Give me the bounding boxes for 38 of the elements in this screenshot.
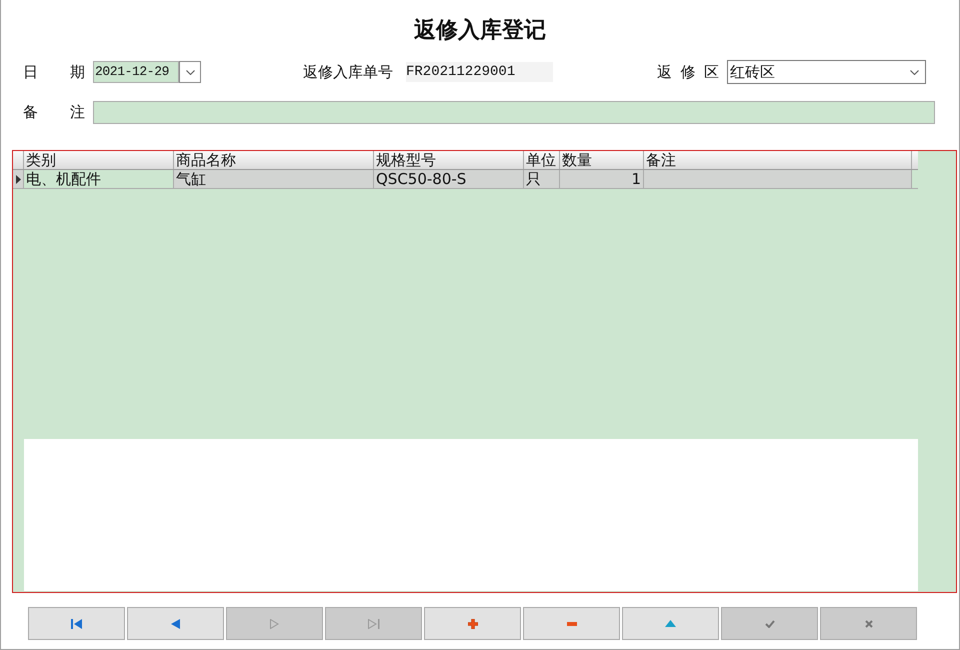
column-header: 商品名称 xyxy=(174,151,374,169)
minus-icon xyxy=(566,622,576,626)
prev-button[interactable] xyxy=(127,607,224,640)
table-cell[interactable]: 只 xyxy=(524,170,560,188)
column-header: 类别 xyxy=(24,151,174,169)
order-number-field: FR20211229001 xyxy=(406,62,553,82)
column-header: 规格型号 xyxy=(374,151,524,169)
up-triangle-icon xyxy=(665,620,676,627)
field-label: 备 注 xyxy=(23,102,85,122)
close-icon xyxy=(864,620,872,628)
table-cell[interactable] xyxy=(644,170,912,188)
column-header: 备注 xyxy=(644,151,912,169)
checkmark-icon xyxy=(764,620,774,628)
field-label: 返 修 区 xyxy=(657,62,719,82)
edit-button[interactable] xyxy=(622,607,719,640)
area-dropdown[interactable]: 红砖区 xyxy=(727,60,926,84)
plus-icon xyxy=(468,618,478,628)
table-cell[interactable]: 1 xyxy=(560,170,644,188)
field-label: 日 期 xyxy=(23,62,85,82)
date-dropdown-button[interactable] xyxy=(179,61,201,83)
previous-icon xyxy=(171,618,180,628)
last-record-icon xyxy=(368,618,380,628)
table-cell[interactable]: QSC50-80-S xyxy=(374,170,524,188)
date-field[interactable]: 2021-12-29 xyxy=(93,61,179,83)
window-title: 返修入库登记 xyxy=(413,16,547,45)
dropdown-chevron-icon xyxy=(186,70,194,74)
first-button[interactable] xyxy=(28,607,125,640)
column-header: 数量 xyxy=(560,151,644,169)
add-button[interactable] xyxy=(424,607,521,640)
next-icon xyxy=(270,618,279,628)
first-record-icon xyxy=(70,618,82,628)
column-header: 单位 xyxy=(524,151,560,169)
field-label: 返修入库单号 xyxy=(303,62,393,82)
delete-button[interactable] xyxy=(523,607,620,640)
table-cell[interactable]: 气缸 xyxy=(174,170,374,188)
remark-input-field[interactable] xyxy=(93,100,935,124)
dropdown-chevron-icon xyxy=(910,70,919,74)
table-cell[interactable]: 电、机配件 xyxy=(24,170,174,188)
